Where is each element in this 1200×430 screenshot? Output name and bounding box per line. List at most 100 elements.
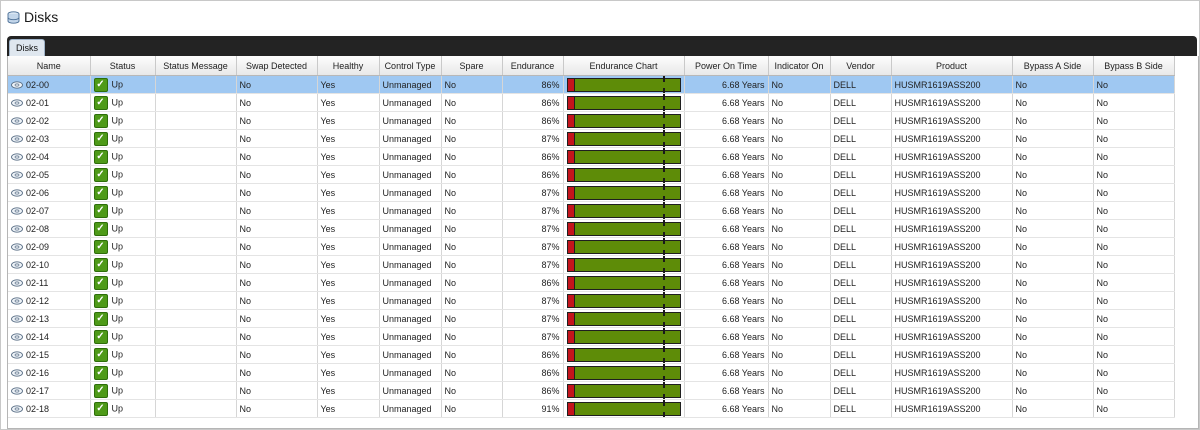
spare-cell: No xyxy=(441,201,503,220)
bypass-b-side-cell: No xyxy=(1093,255,1175,274)
vendor-cell: DELL xyxy=(830,309,892,328)
table-row[interactable]: 02-15 ✓ Up No Yes Unmanaged No 86% 6.68 Years No D… xyxy=(8,345,1175,364)
swap-detected-cell: No xyxy=(236,147,318,166)
power-on-time-cell: 6.68 Years xyxy=(684,93,769,112)
product-cell: HUSMR1619ASS200 xyxy=(891,255,1013,274)
status-cell: ✓ Up xyxy=(90,219,156,238)
table-row[interactable]: 02-00 ✓ Up No Yes Unmanaged No 86% 6.68 Years No D… xyxy=(8,75,1175,94)
status-text: Up xyxy=(111,276,124,287)
disk-icon xyxy=(11,81,23,89)
table-row[interactable]: 02-17 ✓ Up No Yes Unmanaged No 86% 6.68 Years No D… xyxy=(8,381,1175,400)
endurance-chart-cell xyxy=(563,129,685,148)
tab-disks[interactable]: Disks xyxy=(9,39,45,57)
product-cell: HUSMR1619ASS200 xyxy=(891,381,1013,400)
disk-name: 02-05 xyxy=(26,169,50,180)
disks-grid[interactable]: Name Status Status Message Swap Detected Hea… xyxy=(7,56,1199,429)
column-header-healthy[interactable]: Healthy xyxy=(317,56,380,76)
column-header-control-type[interactable]: Control Type xyxy=(379,56,442,76)
status-ok-icon: ✓ xyxy=(93,347,108,362)
table-row[interactable]: 02-04 ✓ Up No Yes Unmanaged No 86% 6.68 Years No D… xyxy=(8,147,1175,166)
table-row[interactable]: 02-10 ✓ Up No Yes Unmanaged No 87% 6.68 Years No D… xyxy=(8,255,1175,274)
indicator-on-cell: No xyxy=(768,201,831,220)
power-on-time-cell: 6.68 Years xyxy=(684,201,769,220)
swap-detected-cell: No xyxy=(236,309,318,328)
product-cell: HUSMR1619ASS200 xyxy=(891,165,1013,184)
status-cell: ✓ Up xyxy=(90,183,156,202)
column-header-bypass-b-side[interactable]: Bypass B Side xyxy=(1093,56,1175,76)
status-text: Up xyxy=(111,168,124,179)
table-row[interactable]: 02-14 ✓ Up No Yes Unmanaged No 87% 6.68 Years No D… xyxy=(8,327,1175,346)
endurance-cell: 87% xyxy=(502,183,564,202)
bypass-a-side-cell: No xyxy=(1012,363,1094,382)
control-type-cell: Unmanaged xyxy=(379,75,442,94)
swap-detected-cell: No xyxy=(236,399,318,418)
disk-icon xyxy=(11,99,23,107)
table-row[interactable]: 02-13 ✓ Up No Yes Unmanaged No 87% 6.68 Years No D… xyxy=(8,309,1175,328)
table-row[interactable]: 02-09 ✓ Up No Yes Unmanaged No 87% 6.68 Years No D… xyxy=(8,237,1175,256)
spare-cell: No xyxy=(441,75,503,94)
table-row[interactable]: 02-02 ✓ Up No Yes Unmanaged No 86% 6.68 Years No D… xyxy=(8,111,1175,130)
status-ok-icon: ✓ xyxy=(93,401,108,416)
bypass-a-side-cell: No xyxy=(1012,381,1094,400)
table-row[interactable]: 02-06 ✓ Up No Yes Unmanaged No 87% 6.68 Years No D… xyxy=(8,183,1175,202)
endurance-bar xyxy=(566,129,681,147)
column-header-power-on-time[interactable]: Power On Time xyxy=(684,56,769,76)
indicator-on-cell: No xyxy=(768,219,831,238)
column-header-vendor[interactable]: Vendor xyxy=(830,56,892,76)
power-on-time-cell: 6.68 Years xyxy=(684,75,769,94)
table-row[interactable]: 02-01 ✓ Up No Yes Unmanaged No 86% 6.68 Years No D… xyxy=(8,93,1175,112)
endurance-bar xyxy=(566,399,681,417)
bypass-b-side-cell: No xyxy=(1093,309,1175,328)
table-row[interactable]: 02-07 ✓ Up No Yes Unmanaged No 87% 6.68 Years No D… xyxy=(8,201,1175,220)
endurance-chart-cell xyxy=(563,309,685,328)
endurance-cell: 87% xyxy=(502,201,564,220)
swap-detected-cell: No xyxy=(236,183,318,202)
status-ok-icon: ✓ xyxy=(93,311,108,326)
endurance-cell: 86% xyxy=(502,381,564,400)
swap-detected-cell: No xyxy=(236,345,318,364)
disk-name-cell: 02-09 xyxy=(8,237,91,256)
status-cell: ✓ Up xyxy=(90,201,156,220)
disk-name: 02-00 xyxy=(26,79,50,90)
column-header-endurance-chart[interactable]: Endurance Chart xyxy=(563,56,685,76)
tab-bar: Disks xyxy=(7,36,1197,57)
table-row[interactable]: 02-05 ✓ Up No Yes Unmanaged No 86% 6.68 Years No D… xyxy=(8,165,1175,184)
endurance-chart-cell xyxy=(563,273,685,292)
table-row[interactable]: 02-12 ✓ Up No Yes Unmanaged No 87% 6.68 Years No D… xyxy=(8,291,1175,310)
endurance-used-fill xyxy=(567,384,575,397)
indicator-on-cell: No xyxy=(768,345,831,364)
column-header-name[interactable]: Name xyxy=(8,56,91,76)
endurance-threshold-marker xyxy=(662,309,666,327)
healthy-cell: Yes xyxy=(317,381,380,400)
column-header-indicator-on[interactable]: Indicator On xyxy=(768,56,831,76)
table-row[interactable]: 02-16 ✓ Up No Yes Unmanaged No 86% 6.68 Years No D… xyxy=(8,363,1175,382)
table-row[interactable]: 02-08 ✓ Up No Yes Unmanaged No 87% 6.68 Years No D… xyxy=(8,219,1175,238)
healthy-cell: Yes xyxy=(317,111,380,130)
bypass-b-side-cell: No xyxy=(1093,399,1175,418)
indicator-on-cell: No xyxy=(768,129,831,148)
status-cell: ✓ Up xyxy=(90,399,156,418)
column-header-spare[interactable]: Spare xyxy=(441,56,503,76)
column-header-status[interactable]: Status xyxy=(90,56,156,76)
endurance-used-fill xyxy=(567,240,575,253)
column-header-product[interactable]: Product xyxy=(891,56,1013,76)
indicator-on-cell: No xyxy=(768,273,831,292)
disk-name: 02-03 xyxy=(26,133,50,144)
column-header-swap-detected[interactable]: Swap Detected xyxy=(236,56,318,76)
table-row[interactable]: 02-18 ✓ Up No Yes Unmanaged No 91% 6.68 Years No D… xyxy=(8,399,1175,418)
healthy-cell: Yes xyxy=(317,129,380,148)
spare-cell: No xyxy=(441,219,503,238)
column-header-status-message[interactable]: Status Message xyxy=(155,56,237,76)
product-cell: HUSMR1619ASS200 xyxy=(891,291,1013,310)
page-title: Disks xyxy=(24,9,59,25)
column-header-bypass-a-side[interactable]: Bypass A Side xyxy=(1012,56,1094,76)
disks-panel: Disks Disks Name Status Status Message Swap… xyxy=(0,0,1200,430)
endurance-used-fill xyxy=(567,222,575,235)
table-row[interactable]: 02-03 ✓ Up No Yes Unmanaged No 87% 6.68 Years No D… xyxy=(8,129,1175,148)
status-text: Up xyxy=(111,240,124,251)
table-row[interactable]: 02-11 ✓ Up No Yes Unmanaged No 86% 6.68 Years No D… xyxy=(8,273,1175,292)
column-header-endurance[interactable]: Endurance xyxy=(502,56,564,76)
disk-icon xyxy=(11,243,23,251)
healthy-cell: Yes xyxy=(317,399,380,418)
bypass-a-side-cell: No xyxy=(1012,399,1094,418)
